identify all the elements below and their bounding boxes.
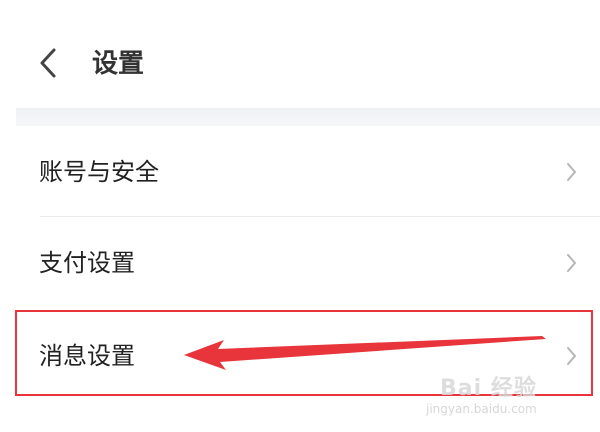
menu-item-label: 账号与安全 [39, 127, 159, 217]
watermark-url: jingyan.baidu.com [426, 402, 537, 416]
chevron-right-icon [562, 344, 580, 368]
chevron-right-icon [562, 160, 580, 184]
menu-item-message-settings[interactable]: 消息设置 [0, 311, 600, 401]
menu-item-label: 支付设置 [39, 218, 135, 308]
settings-screen: 设置 账号与安全 支付设置 消息设置 Bai 经验 jingyan.baidu.… [0, 0, 600, 432]
header: 设置 [0, 0, 600, 110]
section-divider [16, 108, 600, 126]
menu-item-payment-settings[interactable]: 支付设置 [0, 218, 600, 308]
menu-item-account-security[interactable]: 账号与安全 [0, 127, 600, 217]
chevron-right-icon [562, 251, 580, 275]
menu-item-label: 消息设置 [39, 311, 135, 401]
chevron-left-icon [28, 40, 68, 86]
divider [40, 216, 600, 217]
page-title: 设置 [92, 44, 144, 84]
back-button[interactable] [28, 40, 68, 86]
